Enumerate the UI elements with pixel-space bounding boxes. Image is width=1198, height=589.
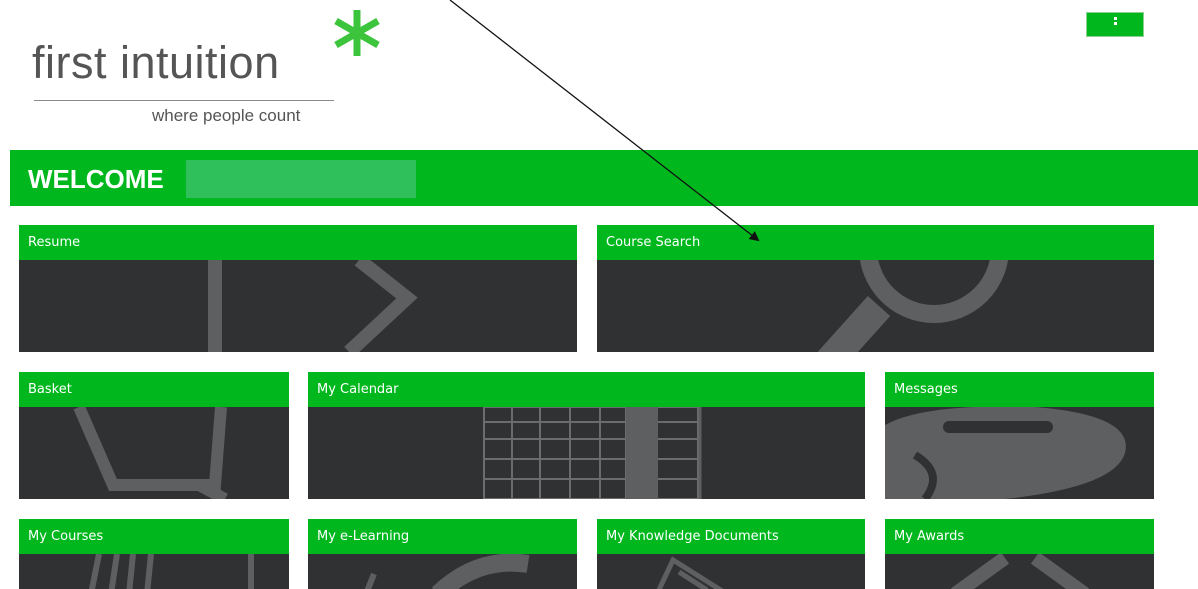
tile-label: Messages [894,382,958,397]
welcome-heading: WELCOME [28,164,164,194]
tile-label: My Calendar [317,382,399,397]
tile-my-e-learning[interactable]: My e-Learning [308,519,577,589]
tile-basket[interactable]: Basket [19,372,289,499]
courses-icon [88,554,254,589]
tile-my-courses[interactable]: My Courses [19,519,289,589]
tile-messages[interactable]: Messages [885,372,1154,499]
documents-icon [656,556,724,589]
tile-label: My Awards [894,529,965,544]
menu-button[interactable] [1086,12,1144,37]
magnifier-icon [817,260,1009,352]
vertical-dots-icon [1114,17,1117,27]
logo-divider [34,100,334,101]
asterisk-logo-icon [334,10,380,56]
tile-label: Basket [28,382,72,397]
tile-label: My Knowledge Documents [606,529,779,544]
logo-tagline: where people count [152,106,301,125]
tile-course-search[interactable]: Course Search [597,225,1154,352]
tile-my-knowledge-documents[interactable]: My Knowledge Documents [597,519,865,589]
tile-label: My Courses [28,529,104,544]
tile-resume[interactable]: Resume [19,225,577,352]
speech-bubble-icon [885,407,1126,499]
tile-label: Resume [28,235,81,250]
resume-icon [208,260,418,352]
logo-wordmark: first intuition [32,37,280,88]
tile-my-calendar[interactable]: My Calendar [308,372,865,499]
calendar-icon [483,407,702,499]
tile-label: My e-Learning [317,529,410,544]
basket-icon [73,407,228,499]
tile-my-awards[interactable]: My Awards [885,519,1154,589]
awards-icon [950,554,1090,589]
redacted-username [186,160,416,198]
tile-label: Course Search [606,235,701,250]
e-learning-icon [364,554,530,589]
